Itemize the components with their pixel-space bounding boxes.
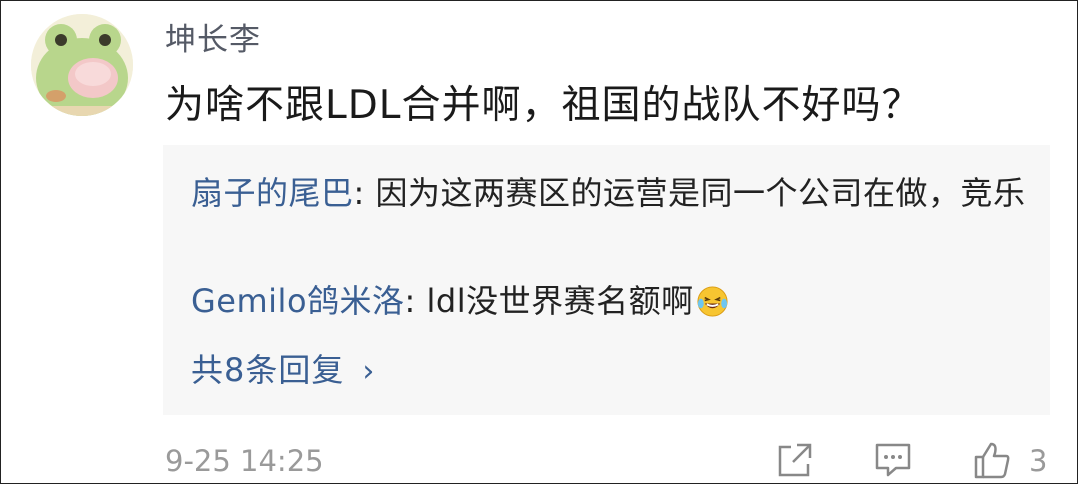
laughing-tears-emoji — [697, 286, 728, 317]
reply-author[interactable]: 扇子的尾巴 — [191, 174, 354, 212]
more-replies-label: 共8条回复 — [191, 351, 345, 389]
like-count: 3 — [1029, 444, 1048, 478]
chevron-right-icon: › — [362, 354, 376, 389]
reply-separator: : — [404, 282, 427, 320]
reply-author[interactable]: Gemilo鸽米洛 — [191, 282, 405, 320]
view-more-replies-link[interactable]: 共8条回复 › — [191, 345, 375, 391]
thumbs-up-icon[interactable] — [972, 440, 1012, 480]
share-icon[interactable] — [775, 440, 815, 480]
comment-timestamp: 9-25 14:25 — [165, 444, 324, 478]
avatar[interactable] — [31, 14, 133, 116]
frog-avatar-icon — [31, 14, 133, 116]
comment-username[interactable]: 坤长李 — [165, 14, 261, 59]
reply-box[interactable]: 扇子的尾巴: 因为这两赛区的运营是同一个公司在做，竞乐 Gemilo鸽米洛: l… — [163, 145, 1050, 415]
comment-icon[interactable] — [873, 440, 913, 480]
reply-item[interactable]: Gemilo鸽米洛: ldl没世界赛名额啊 — [191, 279, 1041, 323]
reply-text: ldl没世界赛名额啊 — [426, 282, 694, 320]
comment-text: 为啥不跟LDL合并啊，祖国的战队不好吗？ — [165, 83, 922, 128]
reply-separator: : — [353, 174, 376, 212]
reply-text: 因为这两赛区的运营是同一个公司在做，竞乐 — [375, 174, 1026, 212]
reply-item[interactable]: 扇子的尾巴: 因为这两赛区的运营是同一个公司在做，竞乐 — [191, 171, 1041, 215]
